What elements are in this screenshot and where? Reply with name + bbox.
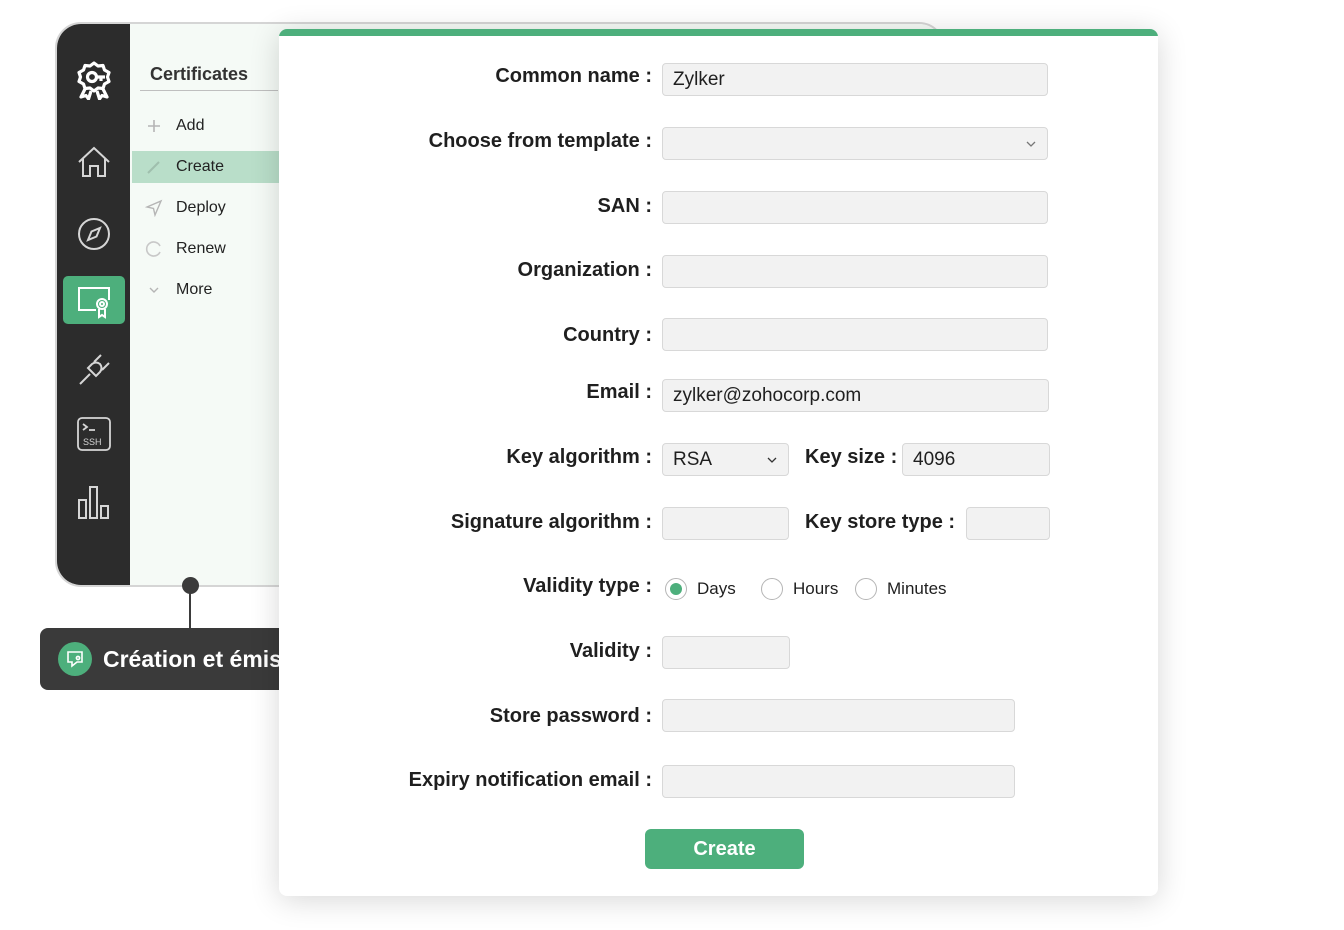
- submenu-divider: [140, 90, 278, 91]
- validity-type-label: Validity type :: [523, 575, 652, 597]
- submenu-item-more[interactable]: More: [132, 274, 280, 306]
- key-size-label: Key size :: [805, 446, 898, 468]
- create-button[interactable]: Create: [645, 829, 804, 869]
- country-input[interactable]: [662, 318, 1048, 351]
- radio-days-button[interactable]: [665, 578, 687, 600]
- radio-minutes-label: Minutes: [887, 579, 947, 598]
- icon-sidebar: SSH: [57, 24, 130, 585]
- key-store-type-input[interactable]: [966, 507, 1050, 540]
- common-name-value: Zylker: [673, 68, 725, 90]
- key-algorithm-label: Key algorithm :: [506, 446, 652, 468]
- radio-hours-button[interactable]: [761, 578, 783, 600]
- home-icon[interactable]: [63, 138, 125, 186]
- radio-hours[interactable]: Hours: [761, 578, 838, 600]
- create-certificate-form: Common name : Zylker Choose from templat…: [279, 29, 1158, 896]
- logo-key-badge-icon: [63, 56, 125, 104]
- pencil-icon: [132, 158, 176, 176]
- radio-days[interactable]: Days: [665, 578, 736, 600]
- signature-algorithm-label: Signature algorithm :: [450, 511, 652, 533]
- certificate-chat-icon: [58, 642, 92, 676]
- store-password-label: Store password :: [489, 705, 652, 727]
- submenu-item-add[interactable]: Add: [132, 110, 280, 142]
- email-value: zylker@zohocorp.com: [673, 384, 862, 406]
- country-label: Country :: [563, 324, 652, 346]
- validity-label: Validity :: [569, 640, 652, 662]
- validity-input[interactable]: [662, 636, 790, 669]
- store-password-input[interactable]: [662, 699, 1015, 732]
- bar-chart-icon[interactable]: [63, 478, 125, 526]
- plus-icon: [132, 117, 176, 135]
- organization-input[interactable]: [662, 255, 1048, 288]
- submenu-item-label: Add: [176, 117, 205, 134]
- signature-algorithm-input[interactable]: [662, 507, 789, 540]
- san-input[interactable]: [662, 191, 1048, 224]
- submenu-item-create[interactable]: Create: [132, 151, 280, 183]
- chevron-down-icon: [1026, 141, 1036, 147]
- submenu-title: Certificates: [150, 64, 249, 84]
- send-icon: [132, 199, 176, 217]
- san-label: SAN :: [597, 195, 652, 217]
- connector-line: [189, 592, 191, 630]
- expiry-email-label: Expiry notification email :: [408, 769, 652, 791]
- template-select[interactable]: [662, 127, 1048, 160]
- plug-icon[interactable]: [63, 346, 125, 394]
- key-size-input[interactable]: 4096: [902, 443, 1050, 476]
- organization-label: Organization :: [517, 259, 652, 281]
- radio-minutes-button[interactable]: [855, 578, 877, 600]
- email-label: Email :: [586, 381, 652, 403]
- template-label: Choose from template :: [428, 130, 652, 152]
- certificate-icon[interactable]: [63, 276, 125, 324]
- card-accent-bar: [279, 29, 1158, 36]
- submenu-item-label: Create: [176, 158, 225, 175]
- key-algorithm-select[interactable]: RSA: [662, 443, 789, 476]
- radio-days-label: Days: [697, 579, 736, 598]
- radio-hours-label: Hours: [793, 579, 839, 598]
- email-input[interactable]: zylker@zohocorp.com: [662, 379, 1049, 412]
- submenu-item-label: Renew: [176, 240, 226, 257]
- submenu-item-renew[interactable]: Renew: [132, 233, 280, 265]
- chevron-down-icon: [767, 457, 777, 463]
- expiry-email-input[interactable]: [662, 765, 1015, 798]
- refresh-icon: [132, 240, 176, 258]
- key-algorithm-value: RSA: [673, 448, 713, 470]
- submenu-item-label: Deploy: [176, 199, 226, 216]
- key-size-value: 4096: [913, 448, 956, 470]
- common-name-label: Common name :: [495, 65, 652, 87]
- key-store-type-label: Key store type :: [805, 511, 956, 533]
- common-name-input[interactable]: Zylker: [662, 63, 1048, 96]
- radio-minutes[interactable]: Minutes: [855, 578, 947, 600]
- submenu-item-deploy[interactable]: Deploy: [132, 192, 280, 224]
- ssh-terminal-icon[interactable]: SSH: [63, 410, 125, 458]
- ssh-label: SSH: [83, 437, 102, 447]
- compass-icon[interactable]: [63, 210, 125, 258]
- chevron-down-icon: [132, 281, 176, 299]
- submenu-item-label: More: [176, 281, 213, 298]
